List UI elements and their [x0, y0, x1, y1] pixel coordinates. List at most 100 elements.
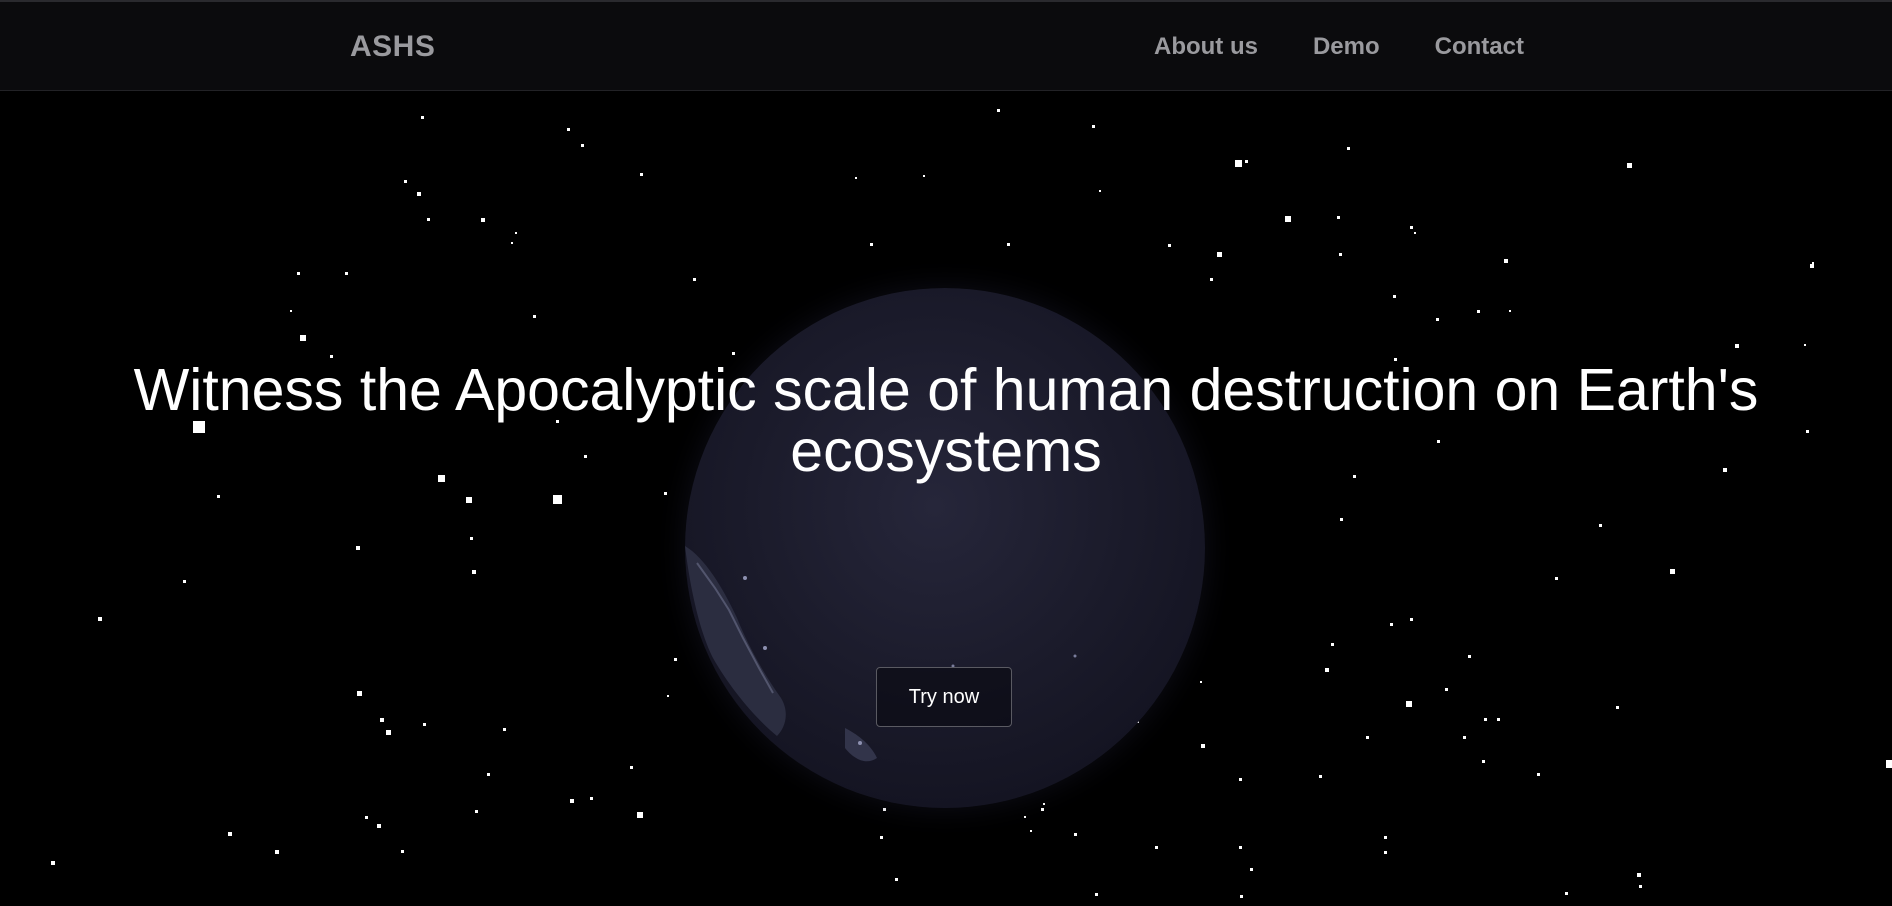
star-dot — [1484, 718, 1487, 721]
star-dot — [290, 310, 292, 312]
star-dot — [1639, 885, 1642, 888]
star-dot — [51, 861, 55, 865]
star-dot — [1477, 310, 1480, 313]
star-dot — [1410, 618, 1413, 621]
star-dot — [1285, 216, 1291, 222]
brand-logo-link[interactable]: ASHS — [350, 30, 435, 64]
star-dot — [1886, 760, 1892, 768]
star-dot — [1331, 643, 1334, 646]
nav-link-contact[interactable]: Contact — [1435, 33, 1524, 61]
star-dot — [466, 497, 472, 503]
page: ASHS About us Demo Contact Witness the A… — [0, 0, 1892, 906]
star-dot — [997, 109, 1000, 112]
star-dot — [365, 816, 368, 819]
star-dot — [1339, 253, 1342, 256]
star-dot — [640, 173, 643, 176]
star-dot — [356, 546, 360, 550]
star-dot — [1235, 160, 1242, 167]
star-dot — [1250, 868, 1253, 871]
star-dot — [1436, 318, 1439, 321]
hero-headline-line-2: ecosystems — [790, 418, 1102, 484]
star-dot — [1319, 775, 1322, 778]
star-dot — [1627, 163, 1632, 168]
star-dot — [1245, 160, 1248, 163]
star-dot — [297, 272, 300, 275]
star-dot — [1616, 706, 1619, 709]
star-dot — [1599, 524, 1602, 527]
star-dot — [427, 218, 430, 221]
star-dot — [1504, 259, 1508, 263]
star-dot — [674, 658, 677, 661]
star-dot — [1239, 846, 1242, 849]
star-dot — [1812, 262, 1814, 264]
star-dot — [475, 810, 478, 813]
star-dot — [380, 718, 384, 722]
star-dot — [883, 808, 886, 811]
star-dot — [870, 243, 873, 246]
star-dot — [1024, 816, 1026, 818]
star-dot — [1340, 518, 1343, 521]
star-dot — [664, 492, 667, 495]
star-dot — [567, 128, 570, 131]
star-dot — [300, 335, 306, 341]
star-dot — [1384, 851, 1387, 854]
star-dot — [1168, 244, 1171, 247]
star-dot — [1468, 655, 1471, 658]
star-dot — [1217, 252, 1222, 257]
star-dot — [1325, 668, 1329, 672]
star-dot — [1445, 688, 1448, 691]
star-dot — [404, 180, 407, 183]
star-dot — [1537, 773, 1540, 776]
star-dot — [1637, 873, 1641, 877]
star-dot — [855, 177, 857, 179]
nav-links: About us Demo Contact — [1154, 33, 1524, 61]
star-dot — [511, 242, 513, 244]
star-dot — [533, 315, 536, 318]
star-dot — [1092, 125, 1095, 128]
star-dot — [1804, 344, 1806, 346]
star-dot — [1095, 893, 1098, 896]
star-dot — [581, 144, 584, 147]
star-dot — [1414, 232, 1416, 234]
star-dot — [1810, 264, 1814, 268]
star-dot — [470, 537, 473, 540]
star-dot — [1393, 295, 1396, 298]
star-dot — [228, 832, 232, 836]
star-dot — [98, 617, 102, 621]
star-dot — [880, 836, 883, 839]
star-dot — [1497, 718, 1500, 721]
star-dot — [1509, 310, 1511, 312]
star-dot — [183, 580, 186, 583]
star-dot — [1384, 836, 1387, 839]
star-dot — [1007, 243, 1010, 246]
nav-link-about-us[interactable]: About us — [1154, 33, 1258, 61]
star-dot — [1155, 846, 1158, 849]
star-dot — [1366, 736, 1369, 739]
star-dot — [423, 723, 426, 726]
star-dot — [515, 232, 517, 234]
star-dot — [421, 116, 424, 119]
top-navbar: ASHS About us Demo Contact — [0, 0, 1892, 91]
star-dot — [630, 766, 633, 769]
star-dot — [1337, 216, 1340, 219]
star-dot — [590, 797, 593, 800]
star-dot — [1406, 701, 1412, 707]
star-dot — [503, 728, 506, 731]
nav-link-demo[interactable]: Demo — [1313, 33, 1380, 61]
star-dot — [637, 812, 643, 818]
star-dot — [487, 773, 490, 776]
star-dot — [1030, 830, 1032, 832]
hero-headline: Witness the Apocalyptic scale of human d… — [0, 360, 1892, 482]
star-dot — [1210, 278, 1213, 281]
star-dot — [1735, 344, 1739, 348]
star-dot — [1390, 623, 1393, 626]
star-dot — [1239, 778, 1242, 781]
try-now-button[interactable]: Try now — [876, 667, 1012, 727]
star-dot — [1670, 569, 1675, 574]
star-dot — [693, 278, 696, 281]
star-dot — [1099, 190, 1101, 192]
star-dot — [1041, 808, 1044, 811]
star-dot — [570, 799, 574, 803]
star-dot — [417, 192, 421, 196]
star-dot — [1074, 833, 1077, 836]
